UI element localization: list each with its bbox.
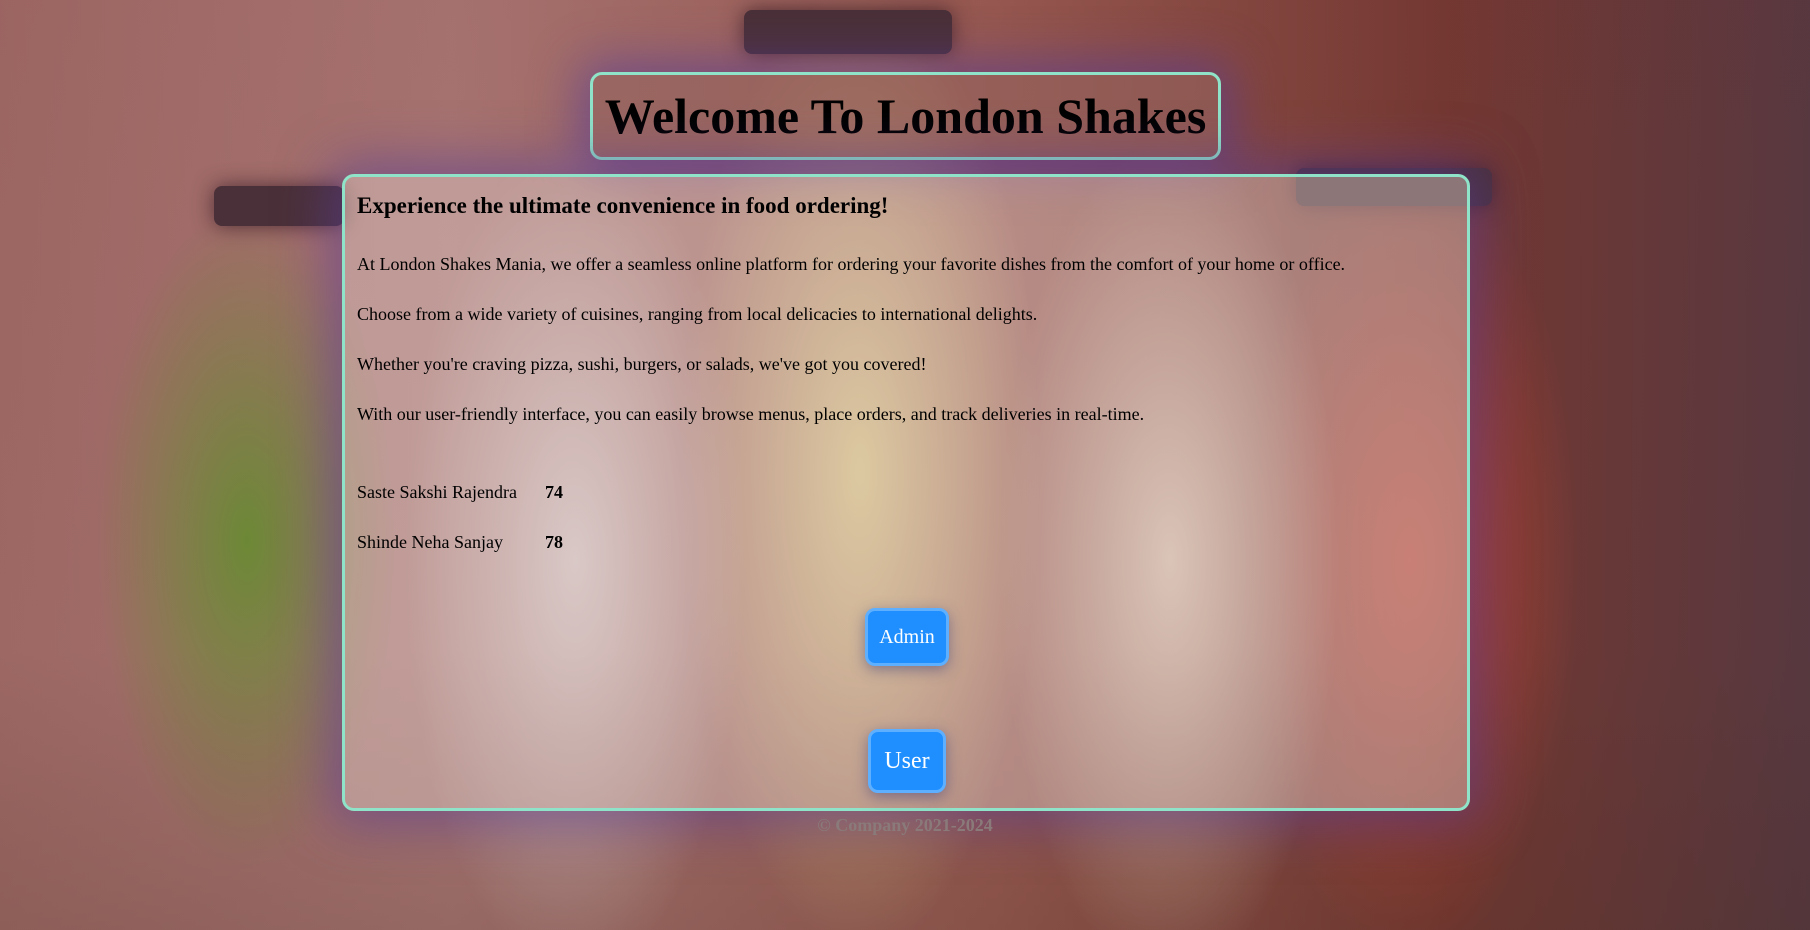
member-row: Saste Sakshi Rajendra 74 [357,482,563,503]
admin-button[interactable]: Admin [865,608,949,666]
member-name: Saste Sakshi Rajendra [357,482,517,502]
cravings-paragraph: Whether you're craving pizza, sushi, bur… [357,354,927,374]
member-name: Shinde Neha Sanjay [357,532,503,552]
member-row: Shinde Neha Sanjay 78 [357,532,563,553]
bottle-cap-decoration [744,10,952,54]
bottle-cap-decoration [214,186,344,226]
title-banner: Welcome To London Shakes [590,72,1221,160]
intro-paragraph: At London Shakes Mania, we offer a seaml… [357,254,1346,274]
interface-paragraph: With our user-friendly interface, you ca… [357,404,1145,424]
member-roll: 78 [545,532,563,552]
headline: Experience the ultimate convenience in f… [357,193,889,218]
member-roll: 74 [545,482,563,502]
footer-copyright: © Company 2021-2024 [817,815,993,835]
page-title: Welcome To London Shakes [604,88,1207,144]
user-button[interactable]: User [868,729,946,793]
main-panel: Experience the ultimate convenience in f… [342,174,1470,811]
cuisines-paragraph: Choose from a wide variety of cuisines, … [357,304,1038,324]
